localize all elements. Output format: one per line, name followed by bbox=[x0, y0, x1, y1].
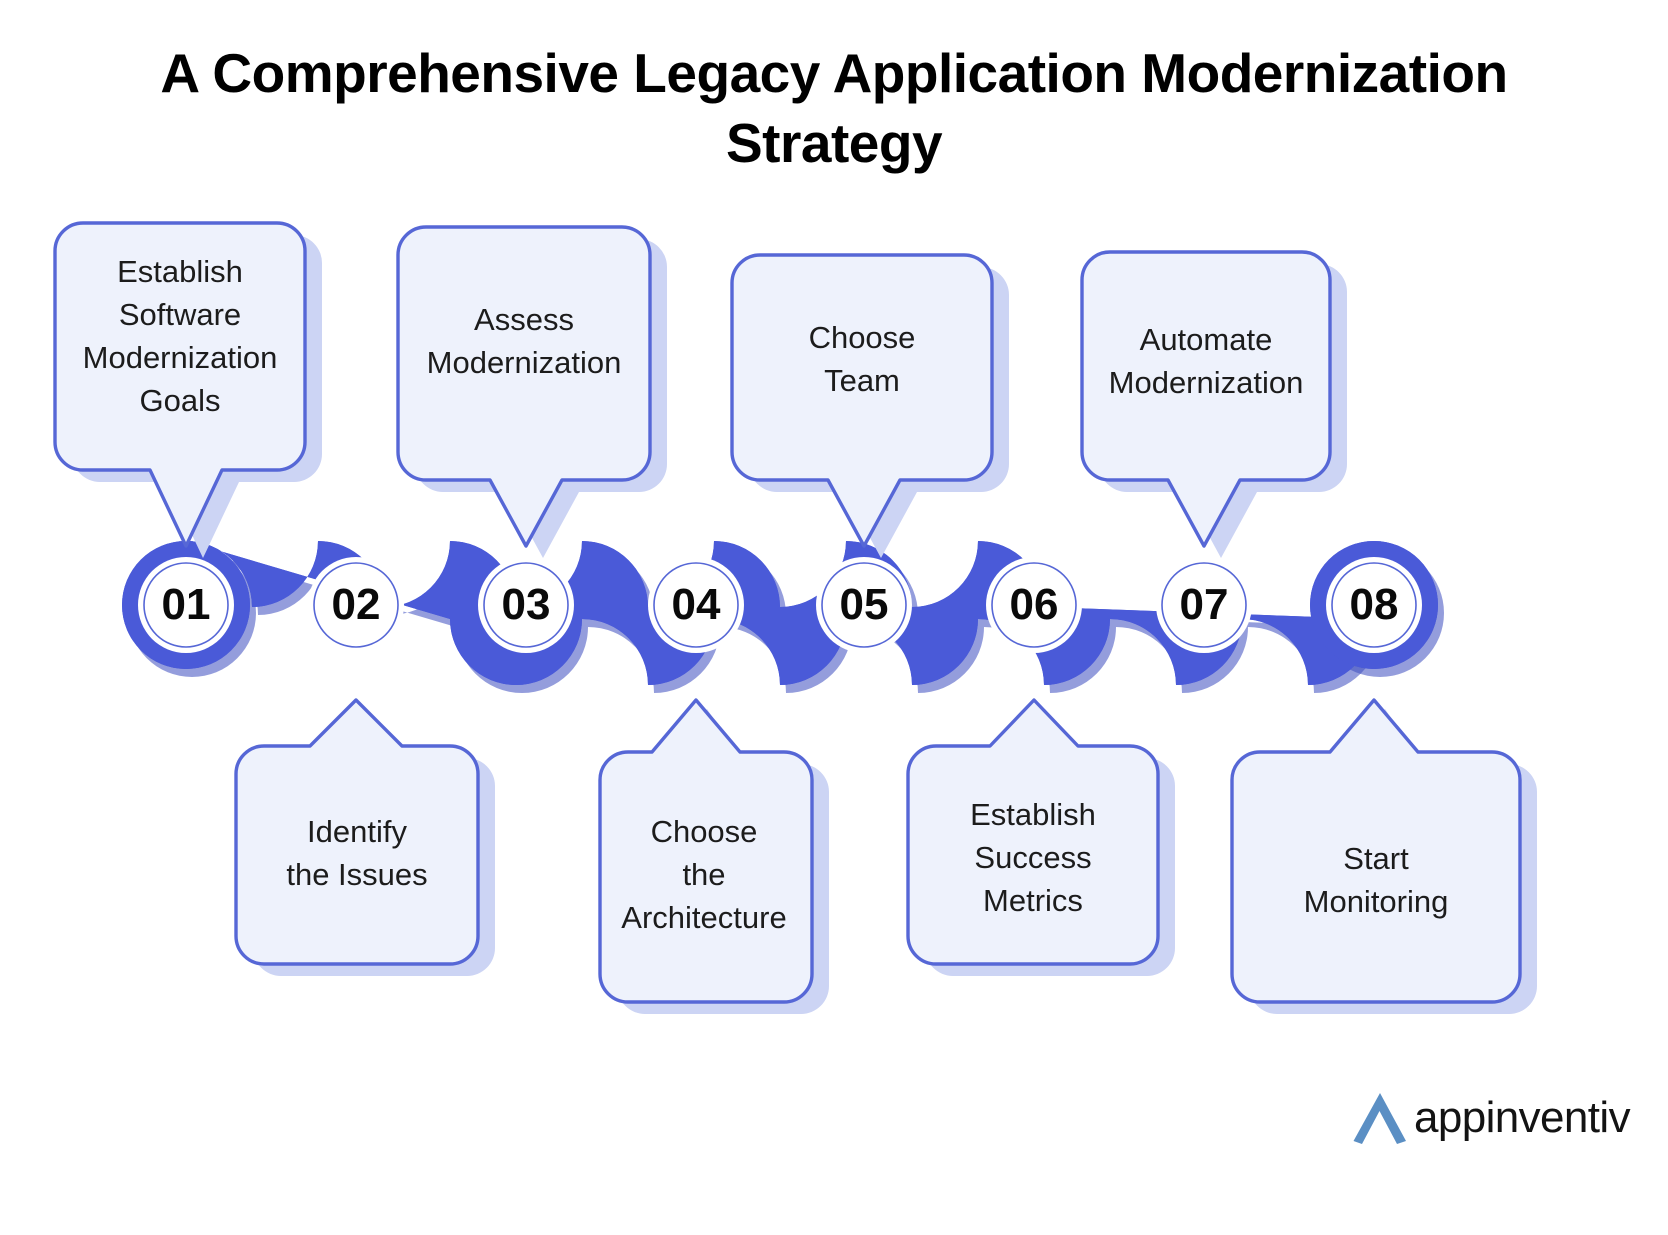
step-number-05: 05 bbox=[839, 580, 889, 629]
step-number-07: 07 bbox=[1179, 580, 1229, 629]
callout-05-body bbox=[730, 253, 994, 548]
appinventiv-logo[interactable]: appinventiv bbox=[1340, 1078, 1631, 1158]
page-title-line-2: Strategy bbox=[725, 112, 943, 174]
callout-bubble-03[interactable] bbox=[396, 225, 667, 558]
callout-bubble-08[interactable] bbox=[1230, 698, 1537, 1014]
callout-bubble-02[interactable] bbox=[234, 698, 495, 976]
callout-bubble-04[interactable] bbox=[598, 698, 829, 1014]
step-number-04: 04 bbox=[671, 580, 721, 629]
step-number-01: 01 bbox=[161, 580, 211, 629]
callout-bubble-07[interactable] bbox=[1080, 250, 1347, 558]
a-chevron-icon bbox=[1353, 1093, 1406, 1144]
callout-02-body bbox=[234, 698, 480, 966]
page-title-line-1: A Comprehensive Legacy Application Moder… bbox=[160, 42, 1508, 104]
callout-04-body bbox=[598, 698, 814, 1004]
callout-08-body bbox=[1230, 698, 1522, 1004]
appinventiv-wordmark: appinventiv bbox=[1414, 1093, 1631, 1142]
callout-06-body bbox=[906, 698, 1160, 966]
step-number-06: 06 bbox=[1009, 580, 1059, 629]
step-number-03: 03 bbox=[501, 580, 551, 629]
callout-01-body bbox=[53, 221, 307, 548]
step-number-02: 02 bbox=[331, 580, 381, 629]
callout-bubble-01[interactable] bbox=[53, 221, 322, 558]
callout-bubble-05[interactable] bbox=[730, 253, 1009, 558]
callout-07-body bbox=[1080, 250, 1332, 548]
page-title: A Comprehensive Legacy Application Moder… bbox=[40, 38, 1628, 178]
callout-bubble-06[interactable] bbox=[906, 698, 1175, 976]
callout-03-body bbox=[396, 225, 652, 548]
step-number-08: 08 bbox=[1349, 580, 1399, 629]
